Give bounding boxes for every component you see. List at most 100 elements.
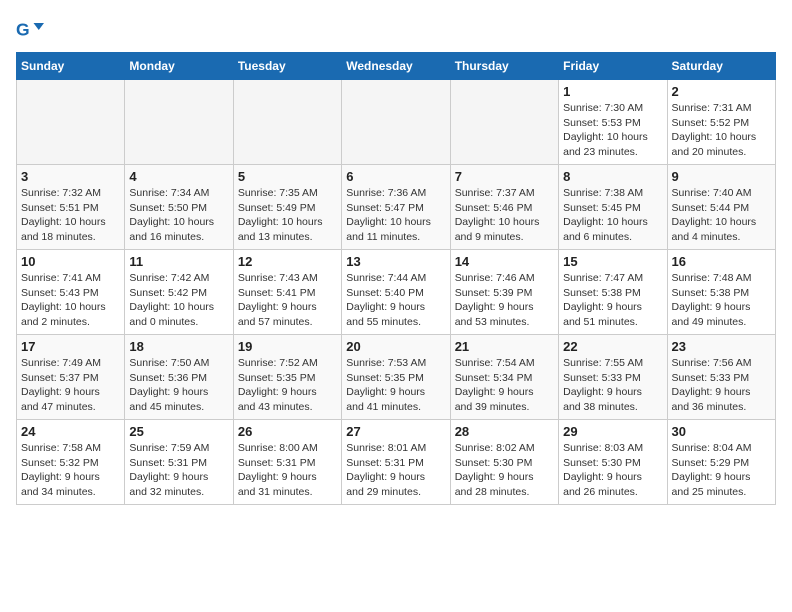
day-info: Sunrise: 7:41 AM Sunset: 5:43 PM Dayligh…	[21, 271, 120, 330]
day-number: 18	[129, 339, 228, 354]
day-number: 2	[672, 84, 771, 99]
calendar-cell: 9 Sunrise: 7:40 AM Sunset: 5:44 PM Daylig…	[667, 165, 775, 250]
calendar-cell: 18 Sunrise: 7:50 AM Sunset: 5:36 PM Dayli…	[125, 335, 233, 420]
day-info: Sunrise: 8:03 AM Sunset: 5:30 PM Dayligh…	[563, 441, 662, 500]
calendar-cell: 13 Sunrise: 7:44 AM Sunset: 5:40 PM Dayli…	[342, 250, 450, 335]
svg-text:G: G	[16, 19, 30, 39]
calendar-cell: 19 Sunrise: 7:52 AM Sunset: 5:35 PM Dayli…	[233, 335, 341, 420]
day-info: Sunrise: 7:31 AM Sunset: 5:52 PM Dayligh…	[672, 101, 771, 160]
calendar-cell: 24 Sunrise: 7:58 AM Sunset: 5:32 PM Dayli…	[17, 420, 125, 505]
day-number: 15	[563, 254, 662, 269]
day-number: 29	[563, 424, 662, 439]
logo: G	[16, 16, 48, 44]
day-number: 8	[563, 169, 662, 184]
calendar-cell: 15 Sunrise: 7:47 AM Sunset: 5:38 PM Dayli…	[559, 250, 667, 335]
day-number: 7	[455, 169, 554, 184]
day-info: Sunrise: 7:47 AM Sunset: 5:38 PM Dayligh…	[563, 271, 662, 330]
day-info: Sunrise: 7:59 AM Sunset: 5:31 PM Dayligh…	[129, 441, 228, 500]
calendar-cell: 14Sunrise: 7:46 AM Sunset: 5:39 PM Dayli…	[450, 250, 558, 335]
day-info: Sunrise: 8:02 AM Sunset: 5:30 PM Dayligh…	[455, 441, 554, 500]
calendar-cell: 21 Sunrise: 7:54 AM Sunset: 5:34 PM Dayli…	[450, 335, 558, 420]
logo-icon: G	[16, 16, 44, 44]
day-number: 24	[21, 424, 120, 439]
day-number: 16	[672, 254, 771, 269]
calendar-cell: 10 Sunrise: 7:41 AM Sunset: 5:43 PM Dayli…	[17, 250, 125, 335]
calendar-cell: 29 Sunrise: 8:03 AM Sunset: 5:30 PM Dayli…	[559, 420, 667, 505]
weekday-header-friday: Friday	[559, 53, 667, 80]
calendar-cell: 1 Sunrise: 7:30 AM Sunset: 5:53 PM Daylig…	[559, 80, 667, 165]
calendar-cell: 3 Sunrise: 7:32 AM Sunset: 5:51 PM Daylig…	[17, 165, 125, 250]
day-info: Sunrise: 7:42 AM Sunset: 5:42 PM Dayligh…	[129, 271, 228, 330]
day-info: Sunrise: 7:44 AM Sunset: 5:40 PM Dayligh…	[346, 271, 445, 330]
calendar-cell: 17 Sunrise: 7:49 AM Sunset: 5:37 PM Dayli…	[17, 335, 125, 420]
day-info: Sunrise: 8:01 AM Sunset: 5:31 PM Dayligh…	[346, 441, 445, 500]
calendar-cell: 23 Sunrise: 7:56 AM Sunset: 5:33 PM Dayli…	[667, 335, 775, 420]
day-number: 30	[672, 424, 771, 439]
day-number: 3	[21, 169, 120, 184]
calendar-cell: 16Sunrise: 7:48 AM Sunset: 5:38 PM Dayli…	[667, 250, 775, 335]
calendar-cell	[450, 80, 558, 165]
calendar-cell	[342, 80, 450, 165]
weekday-header-tuesday: Tuesday	[233, 53, 341, 80]
day-number: 19	[238, 339, 337, 354]
day-info: Sunrise: 7:54 AM Sunset: 5:34 PM Dayligh…	[455, 356, 554, 415]
weekday-header-thursday: Thursday	[450, 53, 558, 80]
calendar-cell: 5 Sunrise: 7:35 AM Sunset: 5:49 PM Daylig…	[233, 165, 341, 250]
day-info: Sunrise: 7:55 AM Sunset: 5:33 PM Dayligh…	[563, 356, 662, 415]
day-info: Sunrise: 7:43 AM Sunset: 5:41 PM Dayligh…	[238, 271, 337, 330]
day-info: Sunrise: 7:58 AM Sunset: 5:32 PM Dayligh…	[21, 441, 120, 500]
day-info: Sunrise: 8:04 AM Sunset: 5:29 PM Dayligh…	[672, 441, 771, 500]
calendar-cell: 30 Sunrise: 8:04 AM Sunset: 5:29 PM Dayli…	[667, 420, 775, 505]
calendar-cell	[233, 80, 341, 165]
calendar-cell: 27Sunrise: 8:01 AM Sunset: 5:31 PM Dayli…	[342, 420, 450, 505]
day-number: 25	[129, 424, 228, 439]
calendar-cell: 7 Sunrise: 7:37 AM Sunset: 5:46 PM Daylig…	[450, 165, 558, 250]
day-info: Sunrise: 7:56 AM Sunset: 5:33 PM Dayligh…	[672, 356, 771, 415]
calendar-cell: 26 Sunrise: 8:00 AM Sunset: 5:31 PM Dayli…	[233, 420, 341, 505]
day-number: 5	[238, 169, 337, 184]
calendar: SundayMondayTuesdayWednesdayThursdayFrid…	[16, 52, 776, 505]
day-number: 28	[455, 424, 554, 439]
day-number: 6	[346, 169, 445, 184]
calendar-cell	[125, 80, 233, 165]
calendar-cell: 2 Sunrise: 7:31 AM Sunset: 5:52 PM Daylig…	[667, 80, 775, 165]
day-number: 9	[672, 169, 771, 184]
weekday-header-wednesday: Wednesday	[342, 53, 450, 80]
day-number: 14	[455, 254, 554, 269]
day-info: Sunrise: 7:35 AM Sunset: 5:49 PM Dayligh…	[238, 186, 337, 245]
day-info: Sunrise: 7:34 AM Sunset: 5:50 PM Dayligh…	[129, 186, 228, 245]
day-number: 13	[346, 254, 445, 269]
day-info: Sunrise: 7:36 AM Sunset: 5:47 PM Dayligh…	[346, 186, 445, 245]
calendar-cell: 25 Sunrise: 7:59 AM Sunset: 5:31 PM Dayli…	[125, 420, 233, 505]
weekday-header-sunday: Sunday	[17, 53, 125, 80]
calendar-cell: 8Sunrise: 7:38 AM Sunset: 5:45 PM Daylig…	[559, 165, 667, 250]
day-number: 26	[238, 424, 337, 439]
calendar-cell: 28 Sunrise: 8:02 AM Sunset: 5:30 PM Dayli…	[450, 420, 558, 505]
calendar-cell	[17, 80, 125, 165]
day-info: Sunrise: 7:53 AM Sunset: 5:35 PM Dayligh…	[346, 356, 445, 415]
calendar-cell: 22 Sunrise: 7:55 AM Sunset: 5:33 PM Dayli…	[559, 335, 667, 420]
day-info: Sunrise: 7:40 AM Sunset: 5:44 PM Dayligh…	[672, 186, 771, 245]
day-number: 10	[21, 254, 120, 269]
day-info: Sunrise: 7:37 AM Sunset: 5:46 PM Dayligh…	[455, 186, 554, 245]
calendar-cell: 11 Sunrise: 7:42 AM Sunset: 5:42 PM Dayli…	[125, 250, 233, 335]
day-number: 11	[129, 254, 228, 269]
day-info: Sunrise: 7:30 AM Sunset: 5:53 PM Dayligh…	[563, 101, 662, 160]
header: G	[16, 16, 776, 44]
day-number: 17	[21, 339, 120, 354]
calendar-cell: 12Sunrise: 7:43 AM Sunset: 5:41 PM Dayli…	[233, 250, 341, 335]
day-info: Sunrise: 7:32 AM Sunset: 5:51 PM Dayligh…	[21, 186, 120, 245]
calendar-cell: 4Sunrise: 7:34 AM Sunset: 5:50 PM Daylig…	[125, 165, 233, 250]
calendar-cell: 20Sunrise: 7:53 AM Sunset: 5:35 PM Dayli…	[342, 335, 450, 420]
day-info: Sunrise: 7:52 AM Sunset: 5:35 PM Dayligh…	[238, 356, 337, 415]
weekday-header-saturday: Saturday	[667, 53, 775, 80]
weekday-header-monday: Monday	[125, 53, 233, 80]
day-number: 23	[672, 339, 771, 354]
day-info: Sunrise: 7:50 AM Sunset: 5:36 PM Dayligh…	[129, 356, 228, 415]
calendar-cell: 6 Sunrise: 7:36 AM Sunset: 5:47 PM Daylig…	[342, 165, 450, 250]
day-info: Sunrise: 7:49 AM Sunset: 5:37 PM Dayligh…	[21, 356, 120, 415]
day-number: 22	[563, 339, 662, 354]
day-number: 1	[563, 84, 662, 99]
day-number: 21	[455, 339, 554, 354]
day-info: Sunrise: 8:00 AM Sunset: 5:31 PM Dayligh…	[238, 441, 337, 500]
